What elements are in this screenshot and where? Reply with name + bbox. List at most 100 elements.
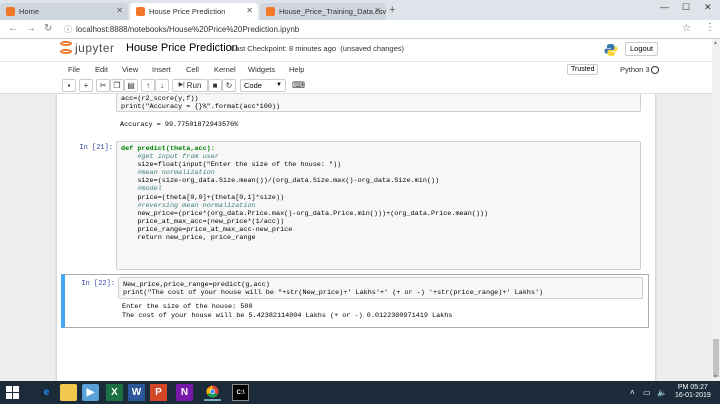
cell-output: Accuracy = 99.77501872943576% (120, 121, 239, 129)
forward-icon[interactable]: → (26, 23, 36, 34)
save-status: (unsaved changes) (340, 44, 405, 53)
browser-menu-icon[interactable]: ⋮ (705, 22, 715, 33)
code-line: New_price,price_range=predict(g,acc) (123, 281, 270, 289)
kernel-name[interactable]: Python 3 (620, 65, 650, 74)
new-tab-icon[interactable]: + (389, 4, 395, 16)
run-icon: ▶| (178, 82, 185, 88)
jupyter-favicon-icon (266, 7, 275, 16)
code-cell-predict[interactable]: In [21]: def predict(theta,acc): #get in… (63, 138, 647, 272)
powerpoint-icon[interactable]: P (150, 384, 167, 401)
tab-label: House_Price_Training_Data.csv (279, 7, 387, 16)
code-line: price_range=price_at_max_acc-new_price (121, 225, 293, 234)
code-cell-run-prediction[interactable]: In [22]: New_price,price_range=predict(g… (61, 274, 649, 328)
code-line: new_price=(price*(org_data.Price.max()-o… (121, 209, 489, 218)
insert-cell-icon[interactable]: + (79, 79, 93, 92)
close-tab-icon[interactable]: ✕ (374, 6, 381, 15)
cell-prompt: In [21]: (79, 144, 113, 152)
back-icon[interactable]: ← (8, 23, 18, 34)
bookmark-star-icon[interactable]: ☆ (682, 23, 691, 34)
scroll-down-icon[interactable]: ▼ (713, 374, 718, 380)
scrollbar-thumb[interactable] (713, 339, 719, 377)
notebook-toolbar: ▪ + ✂ ❐ ▤ ↑ ↓ ▶| Run ■ ↻ Code ▼ ⌨ (0, 77, 712, 94)
checkpoint-status: Last Checkpoint: 8 minutes ago (unsaved … (231, 44, 404, 53)
chrome-icon[interactable] (204, 384, 221, 401)
logout-button[interactable]: Logout (625, 42, 658, 56)
close-tab-icon[interactable]: ✕ (116, 6, 123, 15)
jupyter-favicon-icon (6, 7, 15, 16)
menu-help[interactable]: Help (289, 65, 304, 74)
url-text: localhost:8888/notebooks/House%20Price%2… (76, 25, 300, 34)
menu-cell[interactable]: Cell (186, 65, 199, 74)
media-player-icon[interactable]: ▶ (82, 384, 99, 401)
cut-icon[interactable]: ✂ (96, 79, 110, 92)
scroll-up-icon[interactable]: ▲ (713, 40, 718, 46)
excel-icon[interactable]: X (106, 384, 123, 401)
close-tab-icon[interactable]: ✕ (246, 6, 253, 15)
tab-house-price-prediction[interactable]: House Price Prediction ✕ (130, 3, 258, 20)
tab-training-data-csv[interactable]: House_Price_Training_Data.csv ✕ (260, 3, 386, 20)
code-cell-accuracy[interactable]: acc=(r2_score(y,f)) print("Accuracy = {}… (63, 94, 647, 134)
menu-kernel[interactable]: Kernel (214, 65, 236, 74)
tray-chevron-icon[interactable]: ˄ (630, 388, 635, 397)
url-field[interactable]: ⓘ localhost:8888/notebooks/House%20Price… (64, 23, 694, 36)
code-line: price_at_max_acc=(new_price*(1/acc)) (121, 217, 285, 226)
notebook-page: acc=(r2_score(y,f)) print("Accuracy = {}… (57, 94, 655, 381)
code-line: acc=(r2_score(y,f)) (121, 95, 199, 103)
cell-input[interactable]: New_price,price_range=predict(g,acc) pri… (118, 277, 643, 299)
jupyter-logo[interactable]: jupyter (60, 41, 115, 55)
move-down-icon[interactable]: ↓ (155, 79, 169, 92)
volume-icon[interactable]: 🔈 (657, 388, 667, 397)
onenote-icon[interactable]: N (176, 384, 193, 401)
close-window-icon[interactable]: ✕ (704, 2, 712, 13)
internet-explorer-icon[interactable]: e (38, 384, 55, 401)
kernel-idle-icon (651, 66, 659, 74)
chrome-logo-icon (206, 385, 219, 398)
clock-time: PM 05:27 (677, 384, 708, 391)
cell-type-value: Code (244, 81, 262, 90)
menu-widgets[interactable]: Widgets (248, 65, 275, 74)
command-prompt-icon[interactable]: C:\ (232, 384, 249, 401)
checkpoint-text: Last Checkpoint: 8 minutes ago (231, 44, 337, 53)
notebook-name[interactable]: House Price Prediction (126, 42, 238, 54)
cell-output-line: Enter the size of the house: 500 (122, 303, 253, 311)
windows-start-icon[interactable] (6, 386, 19, 399)
code-line: return new_price, price_range (121, 234, 256, 243)
cell-type-select[interactable]: Code ▼ (240, 79, 286, 92)
cell-input[interactable]: def predict(theta,acc): #get input from … (116, 141, 641, 270)
jupyter-logo-icon (60, 41, 72, 55)
cell-output-line: The cost of your house will be 5.4238211… (122, 312, 453, 320)
menu-view[interactable]: View (122, 65, 138, 74)
code-line: price=(theta[0,0]+(theta[0,1]*size)) (121, 193, 285, 202)
cell-input[interactable]: acc=(r2_score(y,f)) print("Accuracy = {}… (116, 94, 641, 112)
paste-icon[interactable]: ▤ (124, 79, 138, 92)
menu-file[interactable]: File (68, 65, 80, 74)
file-explorer-icon[interactable] (60, 384, 77, 401)
cell-prompt: In [22]: (81, 280, 115, 288)
command-palette-icon[interactable]: ⌨ (292, 80, 305, 91)
code-line: #reversing mean normalization (121, 201, 256, 210)
menu-edit[interactable]: Edit (95, 65, 108, 74)
code-line: def predict(theta,acc): (121, 145, 215, 153)
notebook-menubar: File Edit View Insert Cell Kernel Widget… (0, 61, 712, 77)
reload-icon[interactable]: ↻ (44, 23, 52, 34)
page-scrollbar[interactable]: ▲ ▼ (712, 39, 720, 381)
maximize-icon[interactable]: ☐ (682, 2, 690, 13)
code-line: print("The cost of your house will be "+… (123, 289, 544, 298)
tab-home[interactable]: Home ✕ (0, 3, 128, 20)
windows-taskbar: e ▶ X W P N C:\ ˄ ▭ 🔈 PM 05:27 16-01-201… (0, 381, 720, 404)
run-button[interactable]: ▶| Run (172, 79, 208, 92)
chevron-down-icon: ▼ (276, 82, 282, 88)
restart-icon[interactable]: ↻ (222, 79, 236, 92)
move-up-icon[interactable]: ↑ (141, 79, 155, 92)
save-icon[interactable]: ▪ (62, 79, 76, 92)
taskbar-clock[interactable]: PM 05:27 16-01-2019 (675, 384, 711, 400)
interrupt-icon[interactable]: ■ (208, 79, 222, 92)
trusted-badge[interactable]: Trusted (567, 64, 599, 75)
browser-tab-strip: Home ✕ House Price Prediction ✕ House_Pr… (0, 0, 720, 20)
network-icon[interactable]: ▭ (643, 388, 651, 397)
menu-insert[interactable]: Insert (152, 65, 171, 74)
copy-icon[interactable]: ❐ (110, 79, 124, 92)
minimize-icon[interactable]: — (660, 2, 669, 12)
info-icon[interactable]: ⓘ (64, 24, 72, 35)
word-icon[interactable]: W (128, 384, 145, 401)
